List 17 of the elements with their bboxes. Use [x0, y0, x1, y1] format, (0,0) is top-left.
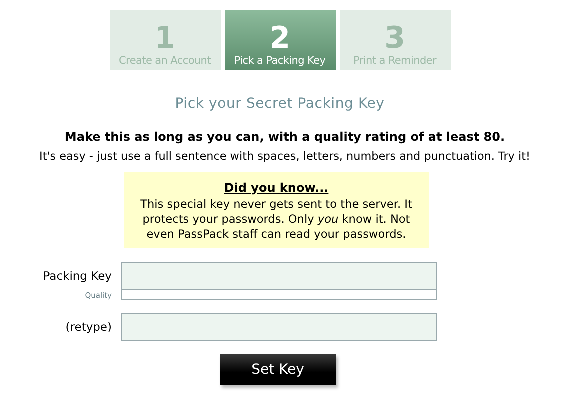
hint-text: It's easy - just use a full sentence with spaces, letters, numbers and punctuation. Try it!: [40, 150, 530, 163]
input-field[interactable]: [121, 313, 437, 341]
notice-text: This special key never gets sent to the server. It protects your passwords. Only you know it. Not even PassPack staff can read your passwords.: [140, 197, 414, 242]
page-heading: Pick your Secret Packing Key: [174, 96, 386, 112]
step-number: 1: [154, 23, 176, 55]
input-field[interactable]: [121, 262, 437, 290]
step-number: 3: [384, 23, 406, 55]
instruction-text: Make this as long as you can, with a quality rating of at least 80.: [64, 130, 506, 144]
step-label: Create an Account: [119, 55, 211, 67]
step-tab[interactable]: 2 Pick a Packing Key: [224, 10, 336, 70]
field-label: Packing Key: [43, 269, 112, 283]
step-label: Print a Reminder: [354, 55, 436, 67]
notice-title: Did you know...: [224, 181, 329, 195]
step-label: Pick a Packing Key: [234, 55, 326, 67]
field-label: (retype): [66, 320, 112, 334]
step-number: 2: [270, 23, 290, 55]
set-key-button[interactable]: Set Key: [220, 354, 336, 385]
